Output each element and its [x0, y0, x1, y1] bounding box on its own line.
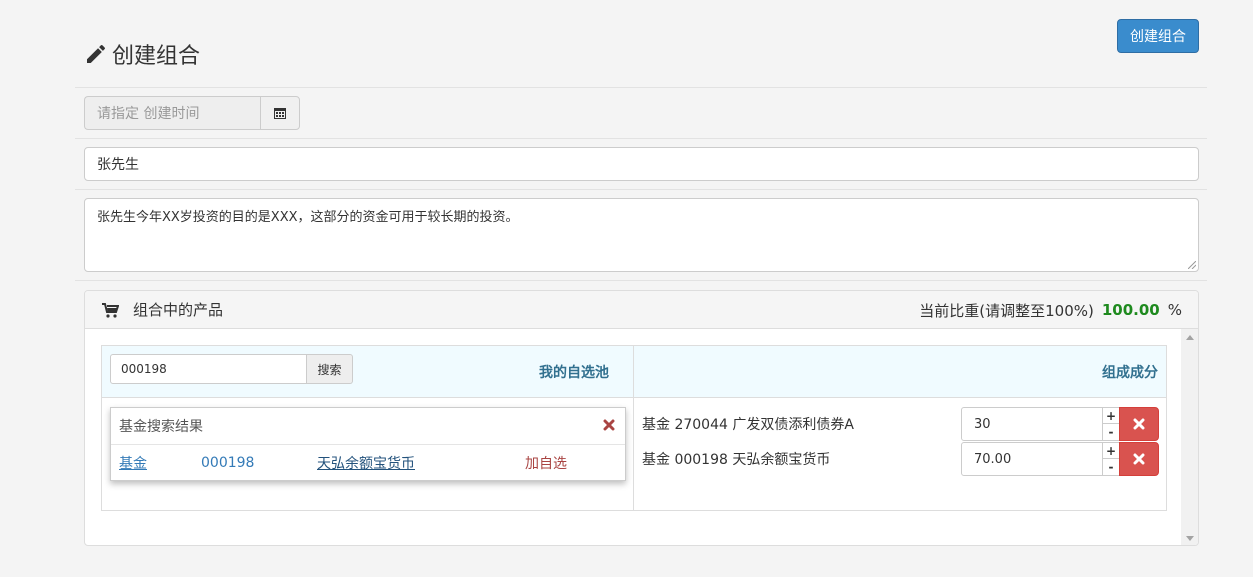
weight-input[interactable]: 30 — [961, 407, 1103, 441]
panel-heading: 组合中的产品 当前比重(请调整至100%) 100.00 % — [85, 291, 1198, 329]
description-textarea[interactable]: 张先生今年XX岁投资的目的是XXX，这部分的资金可用于较长期的投资。 — [84, 198, 1199, 272]
search-results-cell: 基金搜索结果 基金 000198 天弘余额宝货币 加自选 — [102, 398, 634, 510]
remove-item-button[interactable] — [1119, 442, 1159, 476]
composition-item-name: 基金 000198 天弘余额宝货币 — [642, 452, 831, 468]
search-results-title: 基金搜索结果 — [119, 419, 203, 435]
weight-stepper: + - — [1103, 407, 1119, 441]
decrement-button[interactable]: - — [1103, 459, 1119, 475]
search-results-header: 基金搜索结果 — [111, 408, 625, 445]
list-item: 基金 000198 天弘余额宝货币 加自选 — [111, 445, 625, 481]
close-icon — [1133, 418, 1145, 430]
scrollbar[interactable] — [1181, 329, 1198, 545]
panel-title: 组合中的产品 — [133, 301, 224, 319]
search-button[interactable]: 搜索 — [307, 354, 353, 384]
weight-input[interactable]: 70.00 — [961, 442, 1103, 476]
composition-header: 组成成分 — [1102, 365, 1158, 381]
watchlist-header: 我的自选池 — [539, 365, 609, 381]
calendar-button[interactable] — [260, 96, 300, 130]
search-results-popup: 基金搜索结果 基金 000198 天弘余额宝货币 加自选 — [110, 407, 626, 481]
date-input[interactable]: 请指定 创建时间 — [84, 96, 261, 130]
description-text: 张先生今年XX岁投资的目的是XXX，这部分的资金可用于较长期的投资。 — [97, 210, 519, 225]
divider — [75, 87, 1207, 88]
divider — [75, 138, 1207, 139]
increment-button[interactable]: + — [1103, 443, 1119, 459]
result-type-link[interactable]: 基金 — [119, 453, 147, 473]
watchlist-header-cell: 000198 搜索 我的自选池 — [102, 346, 634, 398]
result-name-link[interactable]: 天弘余额宝货币 — [317, 453, 415, 473]
close-icon[interactable] — [603, 419, 615, 431]
weight-unit: % — [1167, 301, 1182, 319]
cart-icon — [102, 302, 119, 318]
scroll-down-icon[interactable] — [1186, 536, 1194, 541]
weight-label: 当前比重(请调整至100%) — [919, 301, 1094, 320]
products-panel: 组合中的产品 当前比重(请调整至100%) 100.00 % 000198 搜索… — [84, 290, 1199, 546]
pencil-icon — [87, 44, 106, 63]
close-icon — [1133, 453, 1145, 465]
decrement-button[interactable]: - — [1103, 424, 1119, 440]
remove-item-button[interactable] — [1119, 407, 1159, 441]
result-code: 000198 — [201, 455, 255, 471]
weight-summary: 当前比重(请调整至100%) 100.00 % — [919, 291, 1182, 329]
products-table: 000198 搜索 我的自选池 组成成分 基金搜索结果 基金 000198 天弘… — [101, 345, 1167, 511]
search-input[interactable]: 000198 — [110, 354, 307, 384]
composition-row: 基金 000198 天弘余额宝货币 70.00 + - — [642, 442, 1159, 476]
resize-handle-icon[interactable] — [1188, 261, 1196, 269]
composition-row: 基金 270044 广发双债添利债券A 30 + - — [642, 407, 1159, 441]
composition-header-cell: 组成成分 — [634, 346, 1166, 398]
scroll-up-icon[interactable] — [1186, 335, 1194, 340]
add-to-watchlist-link[interactable]: 加自选 — [525, 453, 567, 473]
create-portfolio-button[interactable]: 创建组合 — [1117, 19, 1199, 53]
weight-value: 100.00 — [1101, 301, 1160, 319]
calendar-icon — [274, 108, 287, 119]
composition-cell: 基金 270044 广发双债添利债券A 30 + - 基金 000198 天弘余… — [634, 398, 1166, 510]
portfolio-name-input[interactable]: 张先生 — [84, 147, 1199, 181]
composition-item-name: 基金 270044 广发双债添利债券A — [642, 417, 854, 433]
page-title: 创建组合 — [84, 38, 200, 70]
divider — [75, 280, 1207, 281]
page-title-text: 创建组合 — [112, 44, 201, 69]
search-group: 000198 搜索 — [110, 354, 353, 384]
increment-button[interactable]: + — [1103, 408, 1119, 424]
weight-stepper: + - — [1103, 442, 1119, 476]
divider — [75, 189, 1207, 190]
date-picker[interactable]: 请指定 创建时间 — [84, 96, 300, 130]
